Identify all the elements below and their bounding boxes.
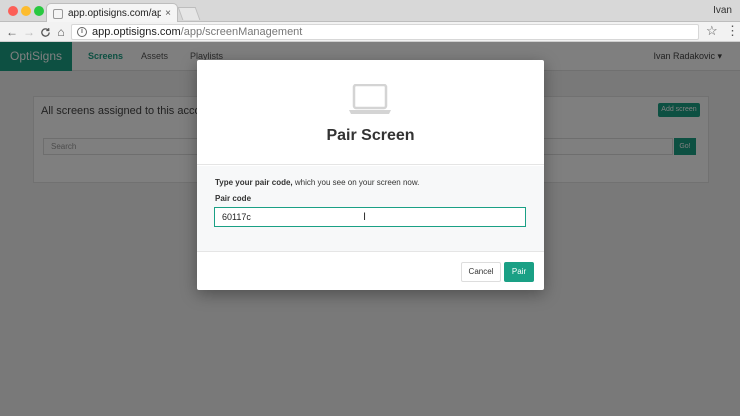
browser-tabstrip: app.optisigns.com/app/screenManagement ×… (0, 0, 740, 23)
url-path: /app/screenManagement (180, 26, 303, 38)
browser-tab[interactable]: app.optisigns.com/app/screenManagement × (46, 3, 178, 23)
instructions-text: Type your pair code, which you see on yo… (215, 178, 419, 187)
laptop-icon (349, 84, 391, 114)
home-icon[interactable]: ⌂ (54, 24, 68, 40)
dialog-footer: Cancel Pair (197, 253, 544, 290)
info-icon[interactable]: i (77, 27, 87, 37)
page-favicon-icon (53, 8, 63, 19)
pair-button[interactable]: Pair (504, 262, 534, 282)
cancel-button[interactable]: Cancel (461, 262, 501, 282)
dialog-body: Type your pair code, which you see on yo… (197, 166, 544, 252)
address-bar[interactable]: i app.optisigns.com/app/screenManagement (71, 24, 699, 40)
reload-icon[interactable] (38, 24, 52, 40)
bookmark-star-icon[interactable]: ☆ (706, 23, 718, 39)
profile-name[interactable]: Ivan (713, 5, 732, 16)
browser-menu-icon[interactable]: ⋮ (726, 23, 739, 39)
instructions-bold: Type your pair code, (215, 178, 293, 187)
back-arrow-icon[interactable]: ← (5, 24, 19, 40)
close-window-icon[interactable] (8, 6, 18, 16)
text-cursor-icon: I (363, 211, 367, 223)
maximize-window-icon[interactable] (34, 6, 44, 16)
browser-toolbar: ← → ⌂ i app.optisigns.com/app/screenMana… (0, 22, 740, 42)
pair-code-input[interactable]: 60117c (214, 207, 526, 227)
dialog-header: Pair Screen (197, 60, 544, 165)
minimize-window-icon[interactable] (21, 6, 31, 16)
tab-close-icon[interactable]: × (165, 8, 171, 19)
instructions-rest: which you see on your screen now. (292, 178, 420, 187)
pair-code-label: Pair code (215, 194, 252, 203)
pair-screen-dialog: Pair Screen Type your pair code, which y… (197, 60, 544, 290)
dialog-title: Pair Screen (326, 127, 415, 144)
new-tab-button[interactable] (177, 7, 201, 20)
url-host: app.optisigns.com (92, 26, 181, 38)
forward-arrow-icon[interactable]: → (22, 24, 36, 40)
tab-title: app.optisigns.com/app/screenManagement (68, 8, 162, 19)
